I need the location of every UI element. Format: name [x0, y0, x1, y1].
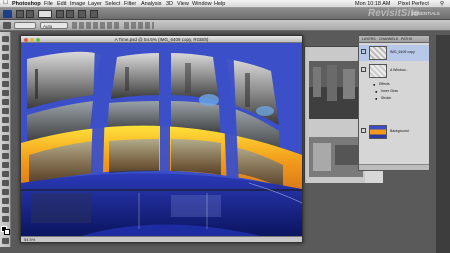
layers-panel-footer: [359, 164, 429, 170]
effect-inner-glow-row[interactable]: ● Inner Glow: [359, 89, 429, 95]
document-status-bar: 54.5%: [21, 236, 302, 242]
eraser-tool-icon[interactable]: [2, 126, 9, 132]
menu-layer[interactable]: Layer: [88, 0, 102, 8]
document-title: A Time.psd @ 54.5% (IMG_6409 copy, RGB/8…: [114, 37, 209, 42]
tools-panel: [0, 32, 11, 247]
hand-tool-icon[interactable]: [56, 10, 64, 18]
quick-mask-icon[interactable]: [2, 238, 9, 244]
launch-minibridge-icon[interactable]: [26, 10, 34, 18]
document-canvas[interactable]: [21, 43, 302, 236]
dodge-tool-icon[interactable]: [2, 153, 9, 159]
layer-row-window[interactable]: A Window...: [359, 63, 429, 79]
3d-rotate-tool-icon[interactable]: [2, 198, 9, 204]
menu-help[interactable]: Help: [214, 0, 225, 8]
move-tool-icon[interactable]: [2, 36, 9, 42]
crop-tool-icon[interactable]: [2, 72, 9, 78]
document-window[interactable]: A Time.psd @ 54.5% (IMG_6409 copy, RGB/8…: [20, 35, 303, 243]
menu-image[interactable]: Image: [70, 0, 85, 8]
layer-row-background[interactable]: Background: [359, 124, 429, 140]
visibility-eye-icon[interactable]: [361, 67, 366, 72]
gradient-tool-icon[interactable]: [2, 135, 9, 141]
quick-select-tool-icon[interactable]: [2, 63, 9, 69]
eyedropper-tool-icon[interactable]: [2, 81, 9, 87]
auto-select-checkbox[interactable]: [14, 22, 36, 29]
mode-value: Auto: [43, 24, 53, 29]
path-select-tool-icon[interactable]: [2, 180, 9, 186]
visibility-eye-icon[interactable]: [361, 128, 366, 133]
healing-brush-icon[interactable]: [2, 90, 9, 96]
layer-name: IMG_6409 copy: [390, 50, 415, 54]
menu-user[interactable]: Pixel Perfect: [398, 0, 429, 8]
menu-select[interactable]: Select: [105, 0, 120, 8]
tab-channels[interactable]: CHANNELS: [379, 37, 398, 42]
history-brush-icon[interactable]: [2, 117, 9, 123]
zoom-level-select[interactable]: [38, 10, 52, 18]
collapsed-panel-dock[interactable]: [436, 35, 450, 253]
menu-analysis[interactable]: Analysis: [141, 0, 161, 8]
menu-clock[interactable]: Mon 10:18 AM: [355, 0, 390, 8]
menu-edit[interactable]: Edit: [57, 0, 66, 8]
blur-tool-icon[interactable]: [2, 144, 9, 150]
background-color-swatch[interactable]: [4, 229, 10, 235]
layer-thumbnail: [369, 125, 387, 139]
brush-tool-icon[interactable]: [2, 99, 9, 105]
menu-window[interactable]: Window: [192, 0, 212, 8]
options-bar: Auto: [0, 20, 450, 31]
arrange-documents-icon[interactable]: [78, 10, 86, 18]
menu-app-name[interactable]: Photoshop: [12, 0, 41, 8]
layer-thumbnail: [369, 64, 387, 78]
zoom-tool-icon[interactable]: [2, 216, 9, 222]
mac-menu-bar:  Photoshop File Edit Image Layer Select…: [0, 0, 450, 8]
layer-effects-row[interactable]: ● Effects: [359, 82, 429, 88]
document-title-bar[interactable]: A Time.psd @ 54.5% (IMG_6409 copy, RGB/8…: [21, 36, 302, 43]
composite-image: [21, 43, 302, 236]
layer-name: Background: [390, 129, 409, 133]
menu-filter[interactable]: Filter: [124, 0, 136, 8]
screen-mode-icon[interactable]: [90, 10, 98, 18]
menu-view[interactable]: View: [177, 0, 189, 8]
effect-stroke-row[interactable]: ● Stroke: [359, 96, 429, 102]
layer-name: A Window...: [390, 68, 409, 72]
layers-panel-tabbar: LAYERS CHANNELS PATHS: [359, 36, 429, 43]
type-tool-icon[interactable]: [2, 171, 9, 177]
clone-stamp-icon[interactable]: [2, 108, 9, 114]
spotlight-icon[interactable]: ⚲: [440, 0, 444, 8]
tab-layers[interactable]: LAYERS: [362, 37, 376, 42]
effect-name: Inner Glow: [381, 89, 398, 93]
menu-file[interactable]: File: [44, 0, 53, 8]
lasso-tool-icon[interactable]: [2, 54, 9, 60]
distribute-buttons[interactable]: [124, 22, 154, 29]
launch-bridge-icon[interactable]: [16, 10, 24, 18]
visibility-eye-icon[interactable]: [361, 49, 366, 54]
eye-icon[interactable]: ●: [375, 96, 377, 102]
layers-panel: LAYERS CHANNELS PATHS IMG_6409 copy A Wi…: [358, 35, 430, 171]
layer-row-img-copy[interactable]: IMG_6409 copy: [359, 45, 429, 61]
shape-tool-icon[interactable]: [2, 189, 9, 195]
hand-tool-icon[interactable]: [2, 207, 9, 213]
fx-icon: ●: [373, 82, 376, 87]
tab-paths[interactable]: PATHS: [401, 37, 412, 42]
layer-thumbnail: [369, 46, 387, 60]
ps-logo-icon: [3, 10, 12, 18]
eye-icon[interactable]: ●: [375, 89, 377, 95]
mode-select[interactable]: Auto: [40, 22, 68, 29]
apple-icon[interactable]: : [3, 0, 8, 6]
zoom-tool-icon[interactable]: [66, 10, 74, 18]
tool-preset-icon[interactable]: [3, 22, 11, 29]
watermark-logo: RevisitSite: [368, 8, 420, 19]
pen-tool-icon[interactable]: [2, 162, 9, 168]
effects-label: Effects: [379, 82, 390, 86]
marquee-tool-icon[interactable]: [2, 45, 9, 51]
effect-name: Stroke: [381, 96, 392, 100]
align-buttons[interactable]: [72, 22, 120, 29]
document-zoom-status[interactable]: 54.5%: [24, 237, 35, 243]
menu-3d[interactable]: 3D: [166, 0, 173, 8]
